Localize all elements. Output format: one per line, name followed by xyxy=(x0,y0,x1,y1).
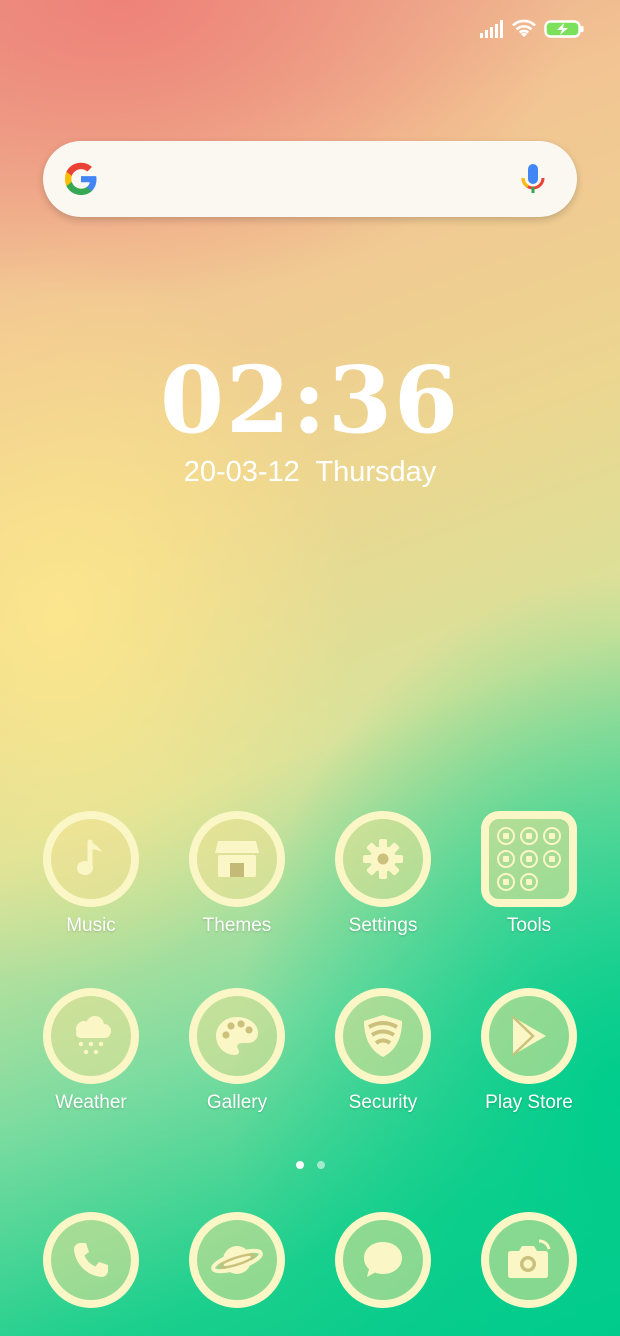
app-music[interactable]: Music xyxy=(18,811,164,938)
music-note-icon xyxy=(77,839,102,875)
gallery-app-icon[interactable] xyxy=(189,988,285,1084)
shield-icon xyxy=(364,1015,402,1057)
app-play-store[interactable]: Play Store xyxy=(456,988,602,1115)
mini-app-icon xyxy=(543,850,561,868)
themes-app-icon[interactable] xyxy=(189,811,285,907)
app-label: Settings xyxy=(348,915,418,936)
status-bar xyxy=(480,14,584,44)
mini-app-icon xyxy=(497,850,515,868)
app-label: Security xyxy=(348,1092,418,1113)
browser-app-icon[interactable] xyxy=(189,1212,285,1308)
mini-app-icon xyxy=(497,827,515,845)
gear-icon xyxy=(363,839,403,879)
cloud-snow-icon xyxy=(76,1016,111,1055)
browser-planet-icon xyxy=(211,1246,263,1274)
dock-camera[interactable] xyxy=(456,1212,602,1308)
app-label: Play Store xyxy=(485,1092,573,1113)
weather-app-icon[interactable] xyxy=(43,988,139,1084)
message-icon xyxy=(364,1242,402,1277)
mini-app-icon xyxy=(520,850,538,868)
clock-time[interactable]: 02:36 xyxy=(0,350,620,450)
app-weather[interactable]: Weather xyxy=(18,988,164,1115)
signal-bars-icon xyxy=(480,20,503,38)
app-label: Themes xyxy=(202,915,272,936)
phone-app-icon[interactable] xyxy=(43,1212,139,1308)
page-indicator xyxy=(0,1161,620,1169)
page-dot-2[interactable] xyxy=(316,1161,325,1169)
music-app-icon[interactable] xyxy=(43,811,139,907)
play-store-app-icon[interactable] xyxy=(481,988,577,1084)
app-settings[interactable]: Settings xyxy=(310,811,456,938)
battery-charging-icon xyxy=(544,20,584,38)
camera-app-icon[interactable] xyxy=(481,1212,577,1308)
app-tools-folder[interactable]: Tools xyxy=(456,811,602,938)
app-label: Music xyxy=(66,915,116,936)
camera-icon xyxy=(508,1239,551,1278)
microphone-icon[interactable] xyxy=(519,163,547,197)
google-g-icon[interactable] xyxy=(63,161,99,197)
store-icon xyxy=(215,841,259,877)
folder-icon xyxy=(496,826,562,892)
mini-app-icon xyxy=(497,873,515,891)
settings-app-icon[interactable] xyxy=(335,811,431,907)
app-label: Weather xyxy=(55,1092,127,1113)
app-label: Gallery xyxy=(206,1092,268,1113)
mini-app-icon xyxy=(520,827,538,845)
dock-phone[interactable] xyxy=(18,1212,164,1308)
mini-app-icon xyxy=(543,827,561,845)
app-security[interactable]: Security xyxy=(310,988,456,1115)
messages-app-icon[interactable] xyxy=(335,1212,431,1308)
home-screen: 02:36 20-03-12 Thursday Music Themes Set… xyxy=(0,0,620,1336)
app-themes[interactable]: Themes xyxy=(164,811,310,938)
app-gallery[interactable]: Gallery xyxy=(164,988,310,1115)
mini-app-icon xyxy=(520,873,538,891)
clock-date[interactable]: 20-03-12 Thursday xyxy=(0,452,620,492)
wifi-icon xyxy=(512,19,536,37)
play-store-icon xyxy=(512,1016,546,1056)
tools-folder-icon[interactable] xyxy=(481,811,577,907)
page-dot-1[interactable] xyxy=(295,1161,304,1169)
dock-messages[interactable] xyxy=(310,1212,456,1308)
app-label: Tools xyxy=(506,915,552,936)
palette-icon xyxy=(216,1017,258,1055)
dock-browser[interactable] xyxy=(164,1212,310,1308)
phone-icon xyxy=(74,1243,108,1277)
google-search-bar[interactable] xyxy=(43,141,577,217)
security-app-icon[interactable] xyxy=(335,988,431,1084)
